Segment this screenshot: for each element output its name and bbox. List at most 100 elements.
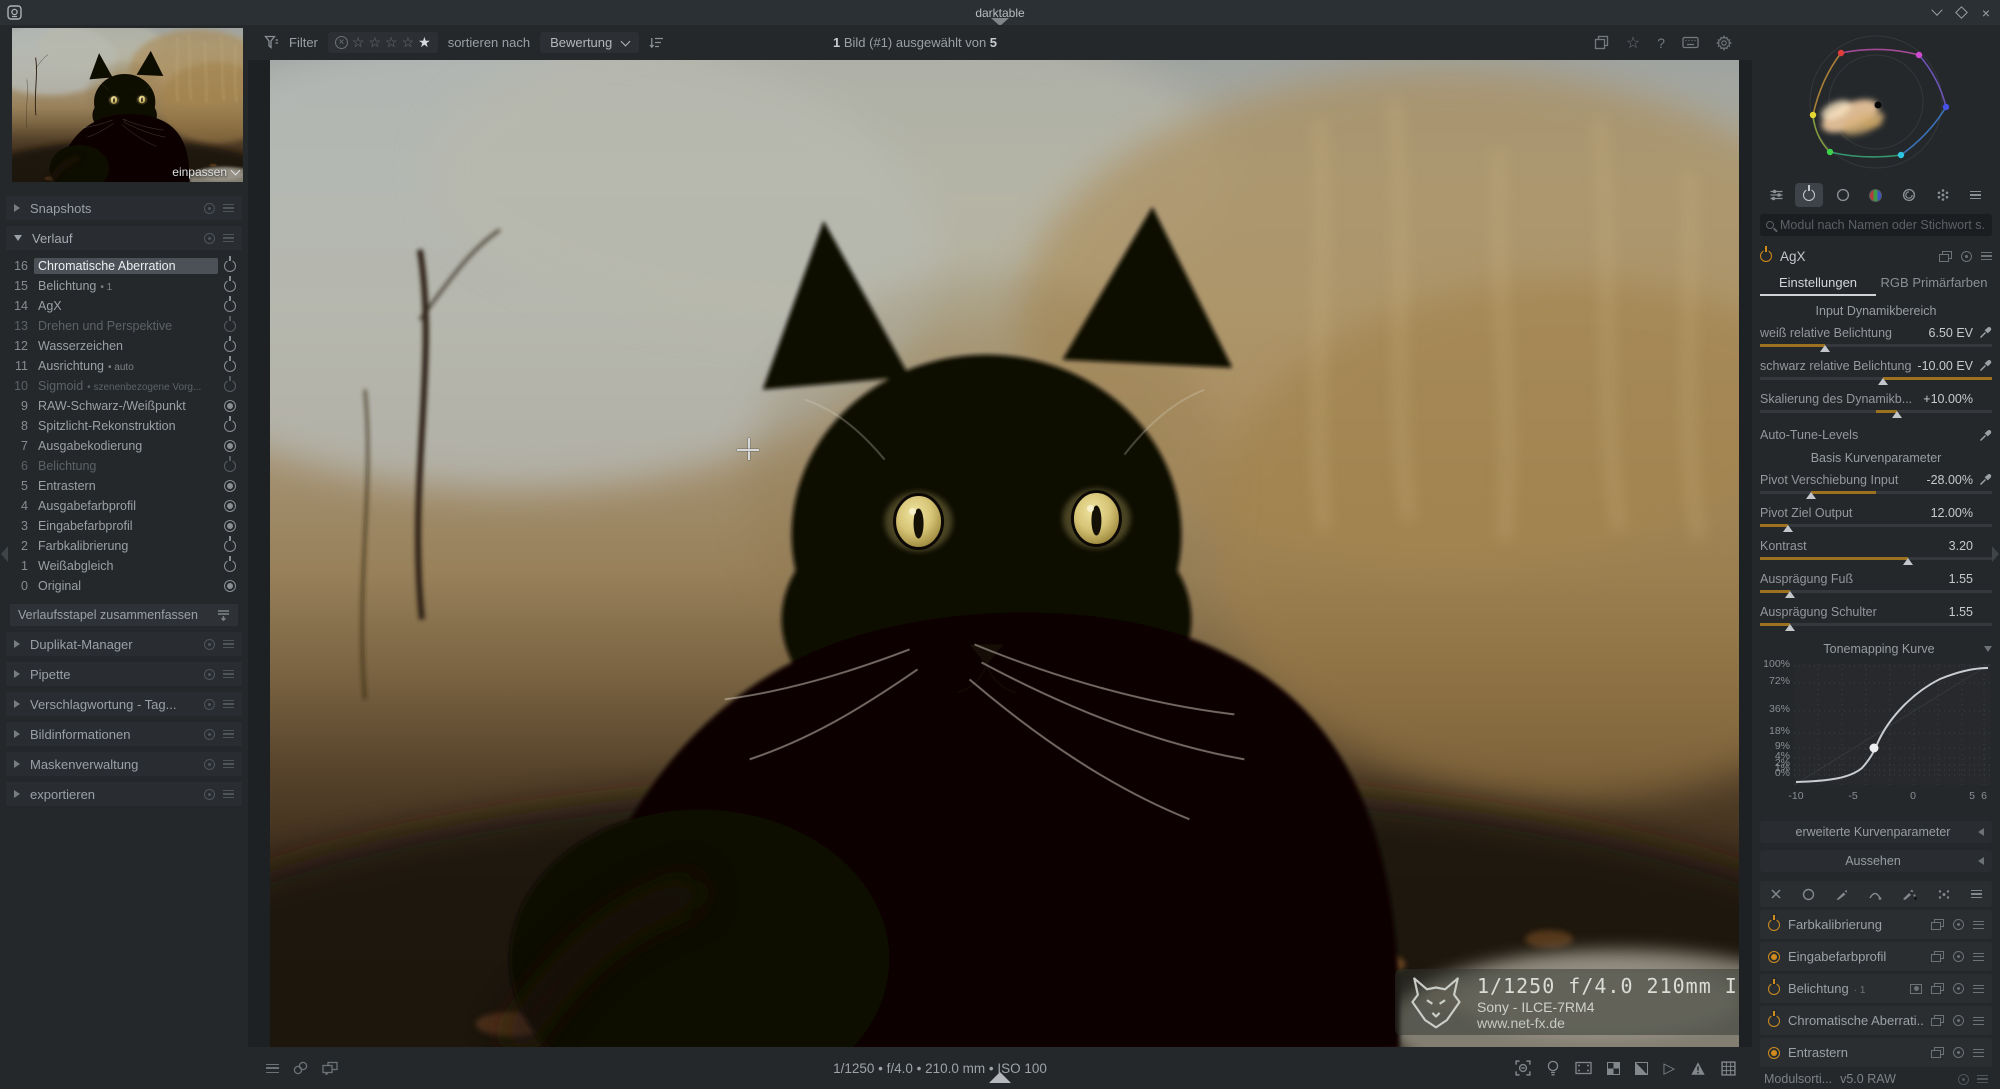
- presets-icon[interactable]: [223, 670, 234, 678]
- mask-off-icon[interactable]: [1770, 888, 1782, 900]
- slider-track[interactable]: [1760, 408, 1992, 417]
- zoom-fit-dropdown[interactable]: einpassen: [172, 165, 239, 179]
- history-item[interactable]: 15 Belichtung• 1: [6, 276, 242, 296]
- reject-icon[interactable]: ×: [335, 36, 348, 49]
- reset-icon[interactable]: [1953, 1047, 1964, 1058]
- reset-icon[interactable]: [204, 203, 215, 214]
- module-state-icon[interactable]: [224, 500, 236, 512]
- minimize-button[interactable]: [1933, 9, 1941, 17]
- favorite-modules-icon[interactable]: [1829, 183, 1857, 207]
- quick-access-icon[interactable]: [1762, 183, 1790, 207]
- section-snapshots[interactable]: Snapshots: [6, 196, 242, 220]
- softproof-icon[interactable]: [1635, 1062, 1648, 1075]
- presets-icon[interactable]: [223, 204, 234, 212]
- filmstrip-expander[interactable]: [989, 1072, 1011, 1083]
- reset-icon[interactable]: [204, 699, 215, 710]
- left-panel-section[interactable]: Bildinformationen: [6, 722, 242, 746]
- module-state-icon[interactable]: [224, 520, 236, 532]
- slider[interactable]: schwarz relative Belichtung -10.00 EV: [1760, 358, 1992, 384]
- slider[interactable]: Pivot Ziel Output 12.00%: [1760, 505, 1992, 531]
- module-search[interactable]: [1760, 214, 1992, 236]
- gear-icon[interactable]: [1716, 35, 1732, 51]
- history-item[interactable]: 16 Chromatische Aberration: [6, 256, 242, 276]
- auto-tune-row[interactable]: Auto-Tune-Levels: [1760, 427, 1992, 443]
- overexposure-warning-icon[interactable]: [1690, 1061, 1706, 1076]
- instances-icon[interactable]: [1939, 251, 1952, 262]
- history-item[interactable]: 8 Spitzlicht-Rekonstruktion: [6, 416, 242, 436]
- styles-icon[interactable]: [293, 1061, 308, 1075]
- star-icon[interactable]: ☆: [385, 34, 398, 51]
- keyboard-shortcuts-icon[interactable]: [1682, 36, 1699, 49]
- mask-drawn-parametric-icon[interactable]: [1902, 888, 1917, 901]
- reset-icon[interactable]: [204, 639, 215, 650]
- history-item[interactable]: 4 Ausgabefarbprofil: [6, 496, 242, 516]
- color-modules-icon[interactable]: [1862, 183, 1890, 207]
- focus-peaking-icon[interactable]: [1515, 1060, 1531, 1076]
- sort-order-icon[interactable]: [649, 36, 664, 50]
- mask-path-icon[interactable]: [1868, 888, 1882, 901]
- color-picker-icon[interactable]: [1979, 326, 1992, 339]
- mask-presets-icon[interactable]: [1971, 890, 1982, 898]
- second-window-icon[interactable]: [322, 1061, 338, 1075]
- reset-icon[interactable]: [204, 729, 215, 740]
- reset-icon[interactable]: [1953, 951, 1964, 962]
- raw-overexposed-icon[interactable]: [1607, 1062, 1620, 1075]
- help-icon[interactable]: ?: [1657, 35, 1665, 51]
- guide-lines-icon[interactable]: [1721, 1061, 1736, 1076]
- presets-icon[interactable]: [1973, 953, 1984, 961]
- reset-icon[interactable]: [1961, 251, 1972, 262]
- reset-icon[interactable]: [1958, 1074, 1969, 1085]
- module-row[interactable]: Eingabefarbprofil: [1760, 942, 1992, 971]
- correction-modules-icon[interactable]: [1895, 183, 1923, 207]
- reset-icon[interactable]: [204, 233, 215, 244]
- presets-icon[interactable]: [1981, 252, 1992, 260]
- active-modules-icon[interactable]: [1795, 183, 1823, 207]
- reset-icon[interactable]: [204, 789, 215, 800]
- slider[interactable]: Kontrast 3.20: [1760, 538, 1992, 564]
- instances-icon[interactable]: [1931, 1047, 1944, 1058]
- module-state-icon[interactable]: [224, 480, 236, 492]
- tonemapping-curve-header[interactable]: Tonemapping Kurve: [1760, 642, 1992, 656]
- presets-icon[interactable]: [1973, 1049, 1984, 1057]
- module-state-icon[interactable]: [224, 560, 236, 572]
- history-item[interactable]: 10 Sigmoid• szenenbezogene Vorg...: [6, 376, 242, 396]
- filter-funnel-icon[interactable]: [264, 35, 279, 50]
- module-state-icon[interactable]: [224, 300, 236, 312]
- slider-track[interactable]: [1760, 375, 1992, 384]
- history-item[interactable]: 9 RAW-Schwarz-/Weißpunkt: [6, 396, 242, 416]
- tab-einstellungen[interactable]: Einstellungen: [1760, 272, 1876, 296]
- module-state-icon[interactable]: [224, 420, 236, 432]
- star-icon[interactable]: ☆: [402, 34, 415, 51]
- module-state-icon[interactable]: [224, 380, 236, 392]
- module-state-icon[interactable]: [224, 320, 236, 332]
- presets-icon[interactable]: [223, 730, 234, 738]
- mask-circle-icon[interactable]: [1802, 888, 1815, 901]
- reset-icon[interactable]: [1953, 919, 1964, 930]
- grouping-icon[interactable]: [1594, 35, 1609, 50]
- presets-icon[interactable]: [223, 640, 234, 648]
- history-item[interactable]: 13 Drehen und Perspektive: [6, 316, 242, 336]
- presets-icon[interactable]: [1973, 921, 1984, 929]
- section-history[interactable]: Verlauf: [6, 226, 242, 250]
- module-power-icon[interactable]: [1768, 983, 1780, 995]
- star-icon[interactable]: ☆: [368, 34, 381, 51]
- slider[interactable]: Ausprägung Fuß 1.55: [1760, 571, 1992, 597]
- module-row[interactable]: Belichtung· 1: [1760, 974, 1992, 1003]
- module-state-icon[interactable]: [224, 580, 236, 592]
- star-icon[interactable]: ★: [418, 34, 431, 51]
- slider[interactable]: Pivot Verschiebung Input -28.00%: [1760, 472, 1992, 498]
- module-state-icon[interactable]: [224, 460, 236, 472]
- module-power-icon[interactable]: [1768, 1015, 1780, 1027]
- left-panel-collapse-arrow[interactable]: [1, 546, 8, 562]
- instances-icon[interactable]: [1931, 951, 1944, 962]
- color-picker-icon[interactable]: [1979, 359, 1992, 372]
- color-assessment-lamp-icon[interactable]: [1546, 1060, 1560, 1077]
- advanced-curve-params-row[interactable]: erweiterte Kurvenparameter: [1760, 821, 1992, 843]
- module-presets-icon[interactable]: [1962, 183, 1990, 207]
- instances-icon[interactable]: [1931, 983, 1944, 994]
- history-item[interactable]: 3 Eingabefarbprofil: [6, 516, 242, 536]
- presets-icon[interactable]: [1973, 1017, 1984, 1025]
- slideshow-icon[interactable]: ▷: [1663, 1062, 1675, 1075]
- left-panel-section[interactable]: Pipette: [6, 662, 242, 686]
- slider-track[interactable]: [1760, 489, 1992, 498]
